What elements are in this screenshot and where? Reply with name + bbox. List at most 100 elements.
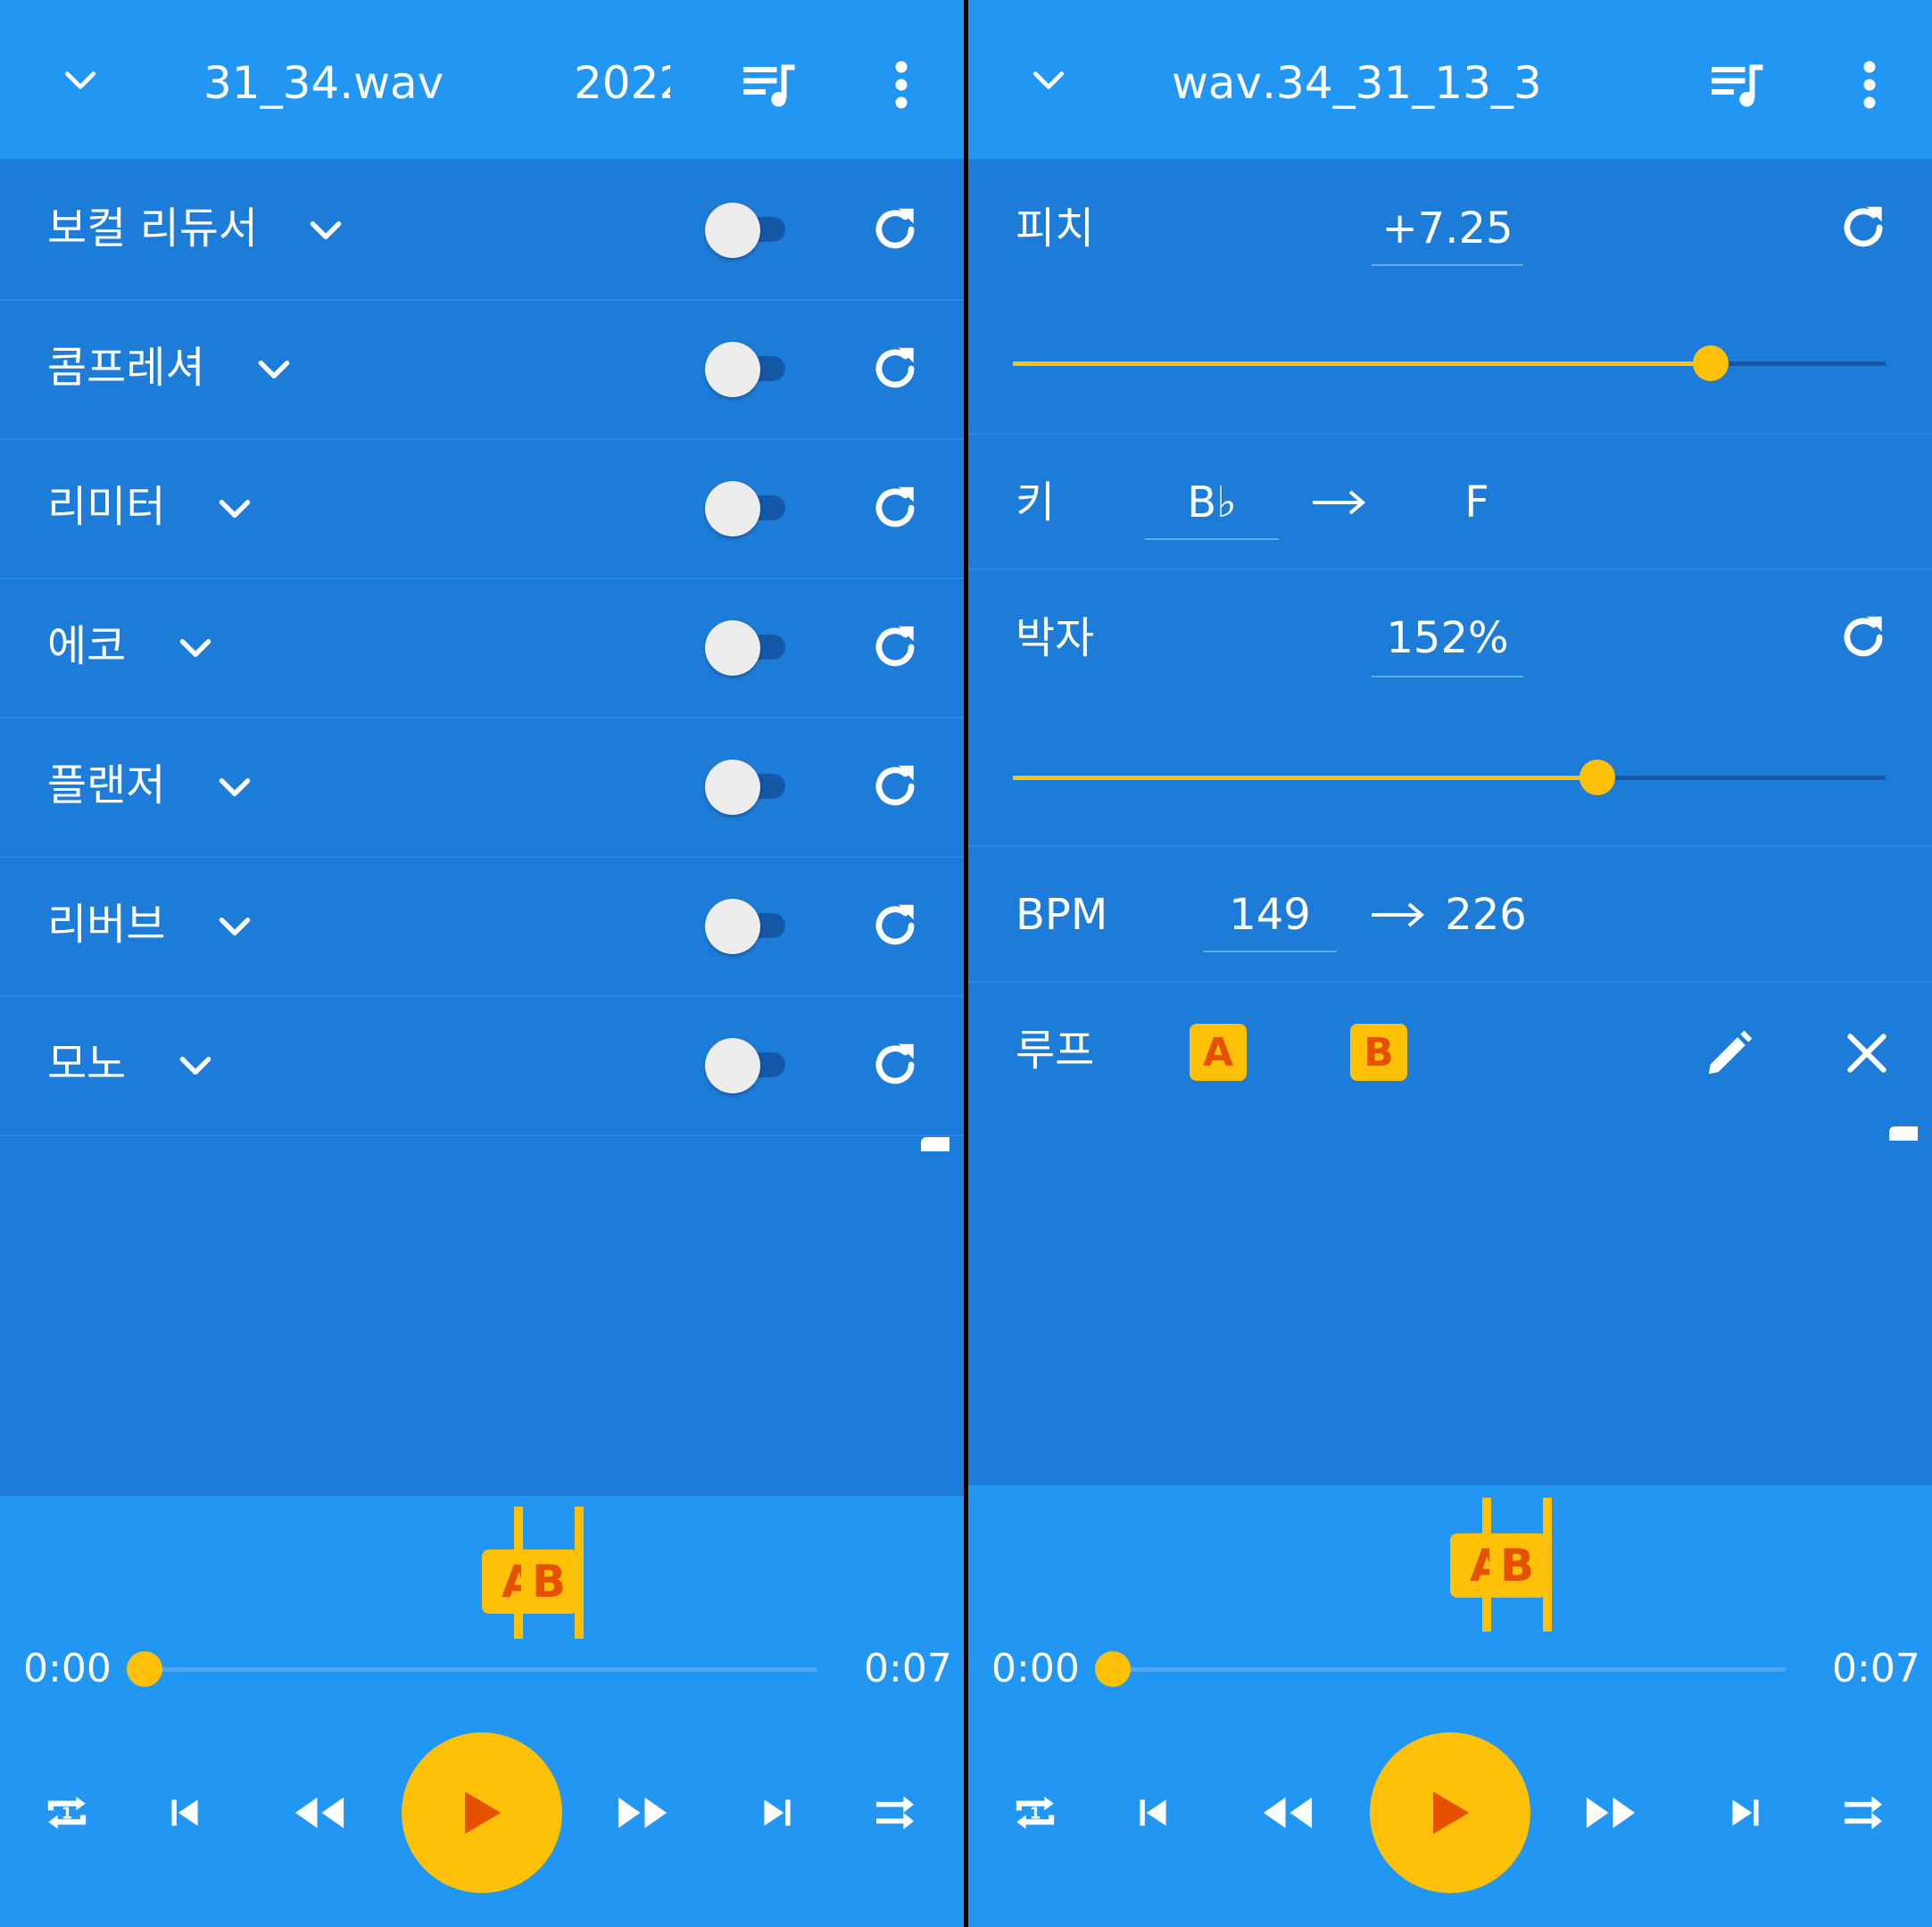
effect-toggle[interactable] xyxy=(705,1038,794,1093)
effect-toggle[interactable] xyxy=(705,760,794,815)
chevron-down-icon[interactable] xyxy=(173,1042,218,1087)
play-icon xyxy=(1433,1791,1470,1834)
ab-marker-a-label: A xyxy=(502,1556,521,1607)
shuffle-order-button[interactable] xyxy=(864,1782,926,1844)
loop-a-button[interactable]: A xyxy=(1190,1024,1247,1081)
refresh-icon[interactable] xyxy=(867,898,923,953)
loop-b-button[interactable]: B xyxy=(1350,1024,1407,1081)
pitch-label: 피치 xyxy=(1016,203,1095,253)
effect-row-limiter: 리미터 xyxy=(0,439,964,579)
refresh-icon[interactable] xyxy=(1836,200,1891,255)
next-track-button[interactable] xyxy=(746,1782,808,1844)
ab-marker-b-label: B xyxy=(1500,1540,1535,1591)
skip-next-icon xyxy=(764,1799,791,1826)
fast-rewind-icon xyxy=(1263,1797,1313,1829)
overflow-menu-button[interactable] xyxy=(875,52,928,118)
effect-toggle[interactable] xyxy=(705,342,794,397)
collapse-button[interactable] xyxy=(1022,54,1075,107)
repeat-one-button[interactable]: 1 xyxy=(36,1782,98,1844)
tempo-slider-thumb[interactable] xyxy=(1580,760,1615,795)
fast-forward-button[interactable] xyxy=(1575,1780,1646,1846)
bpm-to: 226 xyxy=(1445,890,1527,940)
refresh-icon[interactable] xyxy=(867,480,923,536)
ad-choices-icon[interactable] xyxy=(921,1137,949,1151)
tempo-value-input[interactable]: 152% xyxy=(1372,611,1523,665)
pitch-slider-thumb[interactable] xyxy=(1693,345,1729,381)
pitch-value-input[interactable]: +7.25 xyxy=(1372,202,1523,255)
bpm-label: BPM xyxy=(1016,890,1108,940)
file-title: 3_13_31_34.wav xyxy=(1172,57,1542,109)
effect-label: 에코 xyxy=(47,621,127,671)
refresh-icon[interactable] xyxy=(1836,610,1891,665)
tempo-label: 박자 xyxy=(1016,613,1095,663)
shuffle-order-button[interactable] xyxy=(1832,1782,1895,1844)
bpm-from[interactable]: 149 xyxy=(1203,888,1337,942)
play-button[interactable] xyxy=(1370,1732,1530,1893)
refresh-icon[interactable] xyxy=(867,619,923,675)
skip-previous-icon xyxy=(1140,1799,1166,1826)
key-label: 키 xyxy=(1016,478,1056,527)
ad-choices-icon[interactable] xyxy=(1889,1126,1918,1141)
total-time: 0:07 xyxy=(1832,1646,1920,1691)
chevron-down-icon[interactable] xyxy=(303,207,348,252)
fast-forward-button[interactable] xyxy=(607,1780,678,1846)
effect-label: 보컬 리듀서 xyxy=(47,203,259,253)
edit-loop-button[interactable] xyxy=(1696,1020,1762,1086)
chevron-down-icon[interactable] xyxy=(173,625,218,669)
fast-forward-icon xyxy=(618,1797,667,1829)
total-time: 0:07 xyxy=(864,1646,952,1691)
chevron-down-icon[interactable] xyxy=(252,346,296,391)
queue-music-icon xyxy=(1712,64,1763,107)
chevron-down-icon xyxy=(1032,71,1065,89)
player-controls: A B 0:00 0:07 1 xyxy=(968,1485,1932,1927)
previous-track-button[interactable] xyxy=(153,1782,216,1844)
top-app-bar: 31_34.wav 2022 xyxy=(0,0,964,159)
seek-bar[interactable] xyxy=(1113,1667,1786,1672)
more-vert-icon xyxy=(895,61,908,109)
repeat-one-icon: 1 xyxy=(1016,1796,1055,1830)
rewind-button[interactable] xyxy=(1252,1780,1323,1846)
refresh-icon[interactable] xyxy=(867,341,923,396)
effect-toggle[interactable] xyxy=(705,620,794,676)
rewind-button[interactable] xyxy=(284,1780,355,1846)
arrow-right-icon xyxy=(1372,902,1425,927)
key-from[interactable]: B♭ xyxy=(1145,476,1279,529)
effect-label: 리버브 xyxy=(47,900,166,950)
chevron-down-icon[interactable] xyxy=(212,764,257,809)
overflow-menu-button[interactable] xyxy=(1843,52,1896,118)
chevron-down-icon[interactable] xyxy=(212,903,257,948)
current-time: 0:00 xyxy=(23,1646,112,1691)
refresh-icon[interactable] xyxy=(867,759,923,814)
seek-thumb[interactable] xyxy=(1095,1651,1131,1687)
play-button[interactable] xyxy=(402,1732,562,1893)
effect-label: 플랜저 xyxy=(47,760,166,810)
collapse-button[interactable] xyxy=(54,54,107,107)
clear-loop-button[interactable] xyxy=(1834,1020,1900,1086)
seek-bar[interactable] xyxy=(145,1667,817,1672)
refresh-icon[interactable] xyxy=(867,202,923,257)
bpm-row: BPM 149 226 xyxy=(968,847,1932,983)
key-to: F xyxy=(1464,478,1489,527)
effect-toggle[interactable] xyxy=(705,899,794,954)
pitch-section: 피치 +7.25 xyxy=(968,161,1932,435)
play-icon xyxy=(465,1791,502,1834)
playlist-button[interactable] xyxy=(1705,52,1771,118)
next-track-button[interactable] xyxy=(1714,1782,1777,1844)
tempo-slider-fill xyxy=(1013,776,1597,780)
close-icon xyxy=(1847,1034,1886,1073)
seek-thumb[interactable] xyxy=(127,1651,162,1687)
effect-toggle[interactable] xyxy=(705,203,794,258)
tempo-value-underline xyxy=(1372,676,1523,677)
refresh-icon[interactable] xyxy=(867,1037,923,1092)
effect-toggle[interactable] xyxy=(705,481,794,536)
effects-panel: 31_34.wav 2022 보컬 리듀서 콤프레셔 리미터 에코 플랜저 xyxy=(0,0,964,1927)
chevron-down-icon[interactable] xyxy=(212,486,257,530)
bpm-from-underline xyxy=(1203,951,1337,952)
effect-row-reverb: 리버브 xyxy=(0,857,964,997)
repeat-one-button[interactable]: 1 xyxy=(1004,1782,1066,1844)
playlist-button[interactable] xyxy=(737,52,803,118)
effect-label: 모노 xyxy=(47,1039,127,1089)
file-title: 31_34.wav xyxy=(203,57,444,109)
pitch-slider-fill xyxy=(1013,361,1711,366)
previous-track-button[interactable] xyxy=(1122,1782,1184,1844)
